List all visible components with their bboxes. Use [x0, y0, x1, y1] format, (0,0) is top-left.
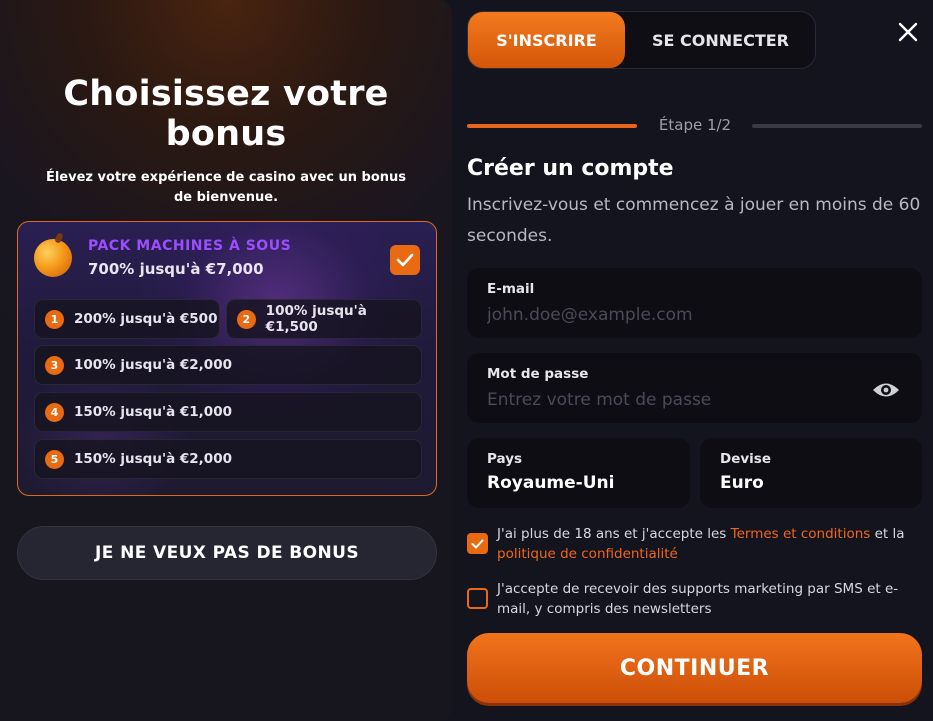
eye-icon[interactable]	[871, 375, 901, 405]
bonus-item-label: 150% jusqu'à €1,000	[74, 404, 232, 420]
pack-amount: 700% jusqu'à €7,000	[88, 260, 264, 278]
password-field[interactable]: Mot de passe	[467, 353, 922, 423]
country-select[interactable]: Pays Royaume-Uni	[467, 438, 690, 508]
auth-tabs: S'INSCRIRE SE CONNECTER	[467, 11, 816, 69]
currency-value: Euro	[720, 473, 764, 493]
currency-select[interactable]: Devise Euro	[700, 438, 922, 508]
bonus-number-badge: 4	[45, 402, 64, 422]
bonus-pack-card[interactable]: PACK MACHINES À SOUS 700% jusqu'à €7,000…	[17, 221, 437, 496]
terms-link[interactable]: Termes et conditions	[731, 526, 871, 542]
email-label: E-mail	[487, 281, 535, 297]
tab-signup[interactable]: S'INSCRIRE	[468, 12, 625, 68]
country-label: Pays	[487, 451, 523, 467]
bonus-number-badge: 3	[45, 355, 64, 375]
bonus-item-4[interactable]: 4 150% jusqu'à €1,000	[34, 392, 422, 432]
email-field[interactable]: E-mail	[467, 268, 922, 338]
close-icon[interactable]	[894, 18, 922, 46]
step-progress-done	[467, 124, 637, 128]
password-input[interactable]	[487, 387, 857, 413]
bonus-item-2[interactable]: 2 100% jusqu'à €1,500	[226, 299, 422, 339]
step-progress-remaining	[752, 124, 922, 128]
currency-label: Devise	[720, 451, 771, 467]
continue-button[interactable]: CONTINUER	[467, 633, 922, 703]
form-subtitle: Inscrivez-vous et commencez à jouer en m…	[467, 195, 921, 246]
bonus-item-label: 100% jusqu'à €1,500	[265, 303, 367, 335]
check-icon	[396, 253, 414, 267]
pack-selected-checkbox[interactable]	[390, 245, 420, 275]
bonus-item-label: 200% jusqu'à €500	[74, 311, 218, 327]
pack-title: PACK MACHINES À SOUS	[88, 238, 292, 254]
bonus-title: Choisissez votre bonus	[63, 74, 389, 154]
privacy-link[interactable]: politique de confidentialité	[497, 546, 678, 562]
marketing-checkbox[interactable]	[467, 588, 488, 609]
terms-checkbox[interactable]	[467, 533, 488, 554]
bonus-subtitle: Élevez votre expérience de casino avec u…	[45, 170, 407, 205]
bonus-number-badge: 1	[45, 309, 64, 329]
bonus-item-label: 100% jusqu'à €2,000	[74, 357, 232, 373]
email-input[interactable]	[487, 302, 867, 328]
bonus-panel: Choisissez votre bonus Élevez votre expé…	[0, 0, 452, 721]
country-value: Royaume-Uni	[487, 473, 615, 493]
orange-fruit-icon	[34, 239, 72, 277]
check-icon	[471, 539, 484, 548]
bonus-item-3[interactable]: 3 100% jusqu'à €2,000	[34, 345, 422, 385]
bonus-number-badge: 5	[45, 449, 64, 469]
terms-text: J'ai plus de 18 ans et j'accepte les Ter…	[497, 524, 907, 564]
bonus-item-1[interactable]: 1 200% jusqu'à €500	[34, 299, 220, 339]
bonus-number-badge: 2	[237, 309, 256, 329]
marketing-text: J'accepte de recevoir des supports marke…	[497, 581, 899, 617]
bonus-item-label: 150% jusqu'à €2,000	[74, 451, 232, 467]
terms-prefix: J'ai plus de 18 ans et j'accepte les	[497, 526, 731, 542]
bonus-item-5[interactable]: 5 150% jusqu'à €2,000	[34, 439, 422, 479]
step-label: Étape 1/2	[658, 116, 732, 134]
terms-middle: et la	[870, 526, 905, 542]
no-bonus-button[interactable]: JE NE VEUX PAS DE BONUS	[17, 526, 437, 580]
form-title: Créer un compte	[467, 156, 674, 181]
tab-login[interactable]: SE CONNECTER	[625, 12, 816, 68]
password-label: Mot de passe	[487, 366, 589, 382]
